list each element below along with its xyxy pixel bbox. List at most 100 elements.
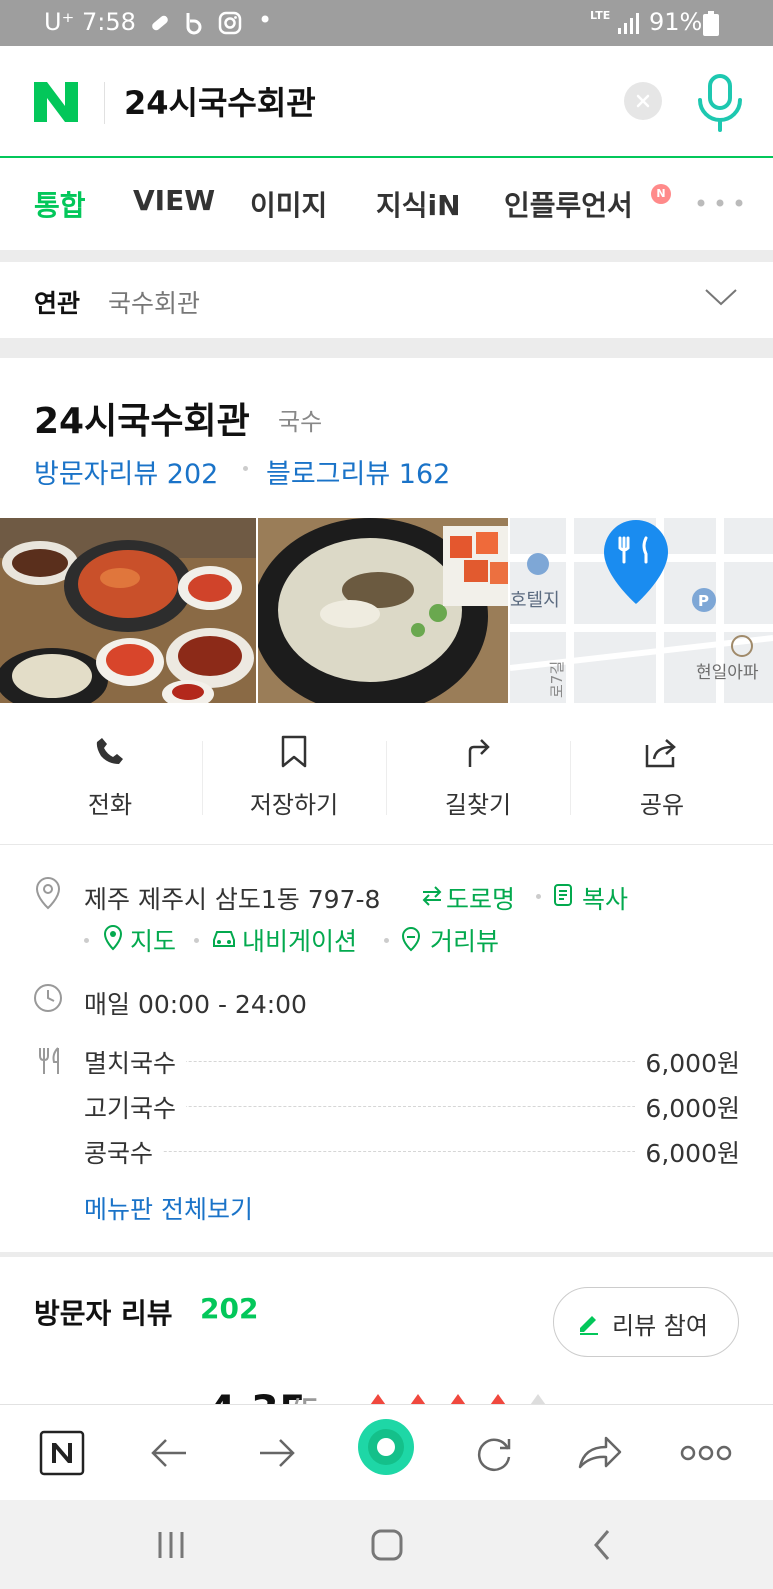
directions-button[interactable]: 길찾기 bbox=[386, 703, 570, 845]
tab-integrated[interactable]: 통합 bbox=[34, 184, 86, 224]
share-icon bbox=[645, 739, 676, 768]
tab-view[interactable]: VIEW bbox=[133, 184, 215, 217]
notification-dot: • bbox=[258, 6, 273, 34]
section-gap bbox=[0, 338, 773, 358]
place-photo-1[interactable] bbox=[0, 518, 256, 703]
separator-dot bbox=[194, 938, 199, 943]
search-input[interactable]: 24시국수회관 bbox=[124, 78, 316, 124]
menu-item: 콩국수 6,000원 bbox=[84, 1134, 740, 1170]
system-nav-bar bbox=[0, 1500, 773, 1589]
carrier-label: U⁺ bbox=[44, 8, 75, 36]
tab-knowledge-in[interactable]: 지식iN bbox=[376, 184, 461, 224]
swap-arrows-icon bbox=[422, 886, 442, 906]
map-link[interactable]: 지도 bbox=[130, 922, 176, 958]
car-navigation-icon bbox=[213, 931, 235, 947]
blog-review-link[interactable]: 블로그리뷰 162 bbox=[266, 452, 450, 491]
visitor-review-title: 방문자 리뷰 bbox=[34, 1297, 173, 1330]
share-button[interactable]: 공유 bbox=[570, 703, 754, 845]
map-pin-icon bbox=[103, 924, 123, 951]
navigation-link[interactable]: 내비게이션 bbox=[242, 922, 357, 958]
status-bar: U⁺ 7:58 • LTE 91% bbox=[0, 0, 773, 46]
menu-item-name: 콩국수 bbox=[84, 1134, 164, 1170]
related-keywords-bar[interactable]: 연관 국수회관 bbox=[0, 262, 773, 338]
share-label: 공유 bbox=[639, 791, 685, 819]
band-app-icon bbox=[186, 13, 202, 35]
recent-apps-icon[interactable] bbox=[148, 1522, 194, 1568]
separator-dot bbox=[243, 466, 248, 471]
directions-icon bbox=[468, 739, 490, 767]
battery-percent: 91% bbox=[649, 8, 703, 36]
location-pin-icon bbox=[35, 876, 61, 910]
save-label: 저장하기 bbox=[249, 791, 339, 819]
green-dot-menu-icon[interactable] bbox=[356, 1417, 416, 1477]
separator-dot bbox=[536, 894, 541, 899]
tab-images[interactable]: 이미지 bbox=[250, 184, 327, 224]
place-photo-2[interactable] bbox=[258, 518, 508, 703]
address-text: 제주 제주시 삼도1동 797-8 bbox=[84, 885, 381, 914]
place-category: 국수 bbox=[278, 408, 323, 436]
related-keyword[interactable]: 국수회관 bbox=[108, 284, 200, 320]
bookmark-icon bbox=[281, 735, 307, 768]
phone-icon bbox=[96, 738, 123, 764]
microphone-icon[interactable] bbox=[692, 72, 748, 132]
clock: 7:58 bbox=[82, 8, 136, 36]
menu-item-price: 6,000원 bbox=[635, 1089, 740, 1125]
more-menu-icon[interactable] bbox=[678, 1425, 734, 1481]
food-photo-table bbox=[0, 518, 256, 703]
section-gap bbox=[0, 1252, 773, 1257]
close-icon bbox=[636, 94, 650, 108]
save-button[interactable]: 저장하기 bbox=[202, 703, 386, 845]
menu-item: 고기국수 6,000원 bbox=[84, 1089, 740, 1125]
road-name-link[interactable]: 도로명 bbox=[446, 880, 515, 916]
back-arrow-icon[interactable] bbox=[142, 1425, 198, 1481]
tab-influencer[interactable]: 인플루언서 bbox=[504, 184, 633, 224]
section-gap bbox=[0, 250, 773, 262]
chevron-down-icon[interactable] bbox=[704, 286, 738, 308]
place-map-thumbnail[interactable]: 호텔지 P 현일아파 로7길 bbox=[510, 518, 773, 703]
separator-dot bbox=[84, 938, 89, 943]
copy-address-link[interactable]: 복사 bbox=[582, 880, 628, 916]
food-photo-soup bbox=[258, 518, 508, 703]
visitor-review-link[interactable]: 방문자리뷰 202 bbox=[34, 452, 218, 491]
pencil-icon bbox=[580, 1316, 598, 1335]
instagram-icon bbox=[218, 11, 242, 35]
naver-logo-icon[interactable] bbox=[32, 78, 80, 126]
naver-home-icon[interactable] bbox=[34, 1425, 90, 1481]
forward-arrow-icon[interactable] bbox=[248, 1425, 304, 1481]
map-label-hotel: 호텔지 bbox=[510, 590, 560, 611]
battery-icon bbox=[703, 11, 719, 36]
fork-knife-icon bbox=[39, 1047, 59, 1074]
menu-item-price: 6,000원 bbox=[635, 1134, 740, 1170]
home-icon[interactable] bbox=[364, 1522, 410, 1568]
menu-item-name: 멸치국수 bbox=[84, 1044, 187, 1080]
business-hours: 매일 00:00 - 24:00 bbox=[84, 990, 307, 1019]
view-full-menu-link[interactable]: 메뉴판 전체보기 bbox=[84, 1190, 253, 1226]
map-label-apartment: 현일아파 bbox=[696, 663, 759, 683]
svg-text:P: P bbox=[698, 592, 709, 610]
street-view-icon bbox=[401, 926, 421, 952]
separator-dot bbox=[384, 938, 389, 943]
write-review-button[interactable]: 리뷰 참여 bbox=[553, 1287, 739, 1357]
clock-icon bbox=[34, 984, 62, 1012]
refresh-icon[interactable] bbox=[466, 1425, 522, 1481]
call-label: 전화 bbox=[87, 791, 133, 819]
new-badge: N bbox=[651, 184, 671, 204]
map-preview: 호텔지 P 현일아파 로7길 bbox=[510, 518, 773, 703]
menu-item: 멸치국수 6,000원 bbox=[84, 1044, 740, 1080]
header-divider bbox=[104, 82, 105, 124]
place-name[interactable]: 24시국수회관 bbox=[34, 392, 250, 444]
search-header: 24시국수회관 bbox=[0, 46, 773, 158]
directions-label: 길찾기 bbox=[444, 791, 512, 819]
more-tabs-icon[interactable] bbox=[696, 198, 744, 208]
clear-search-button[interactable] bbox=[624, 82, 662, 120]
visitor-review-count: 202 bbox=[200, 1292, 259, 1325]
lte-label: LTE bbox=[590, 9, 611, 22]
map-label-road: 로7길 bbox=[548, 661, 566, 698]
pill-icon bbox=[152, 15, 168, 31]
street-view-link[interactable]: 거리뷰 bbox=[430, 922, 499, 958]
call-button[interactable]: 전화 bbox=[18, 703, 202, 845]
back-icon[interactable] bbox=[580, 1522, 626, 1568]
write-review-label: 리뷰 참여 bbox=[612, 1312, 708, 1340]
action-bar: 전화 저장하기 길찾기 공유 bbox=[0, 703, 773, 845]
share-arrow-icon[interactable] bbox=[572, 1425, 628, 1481]
